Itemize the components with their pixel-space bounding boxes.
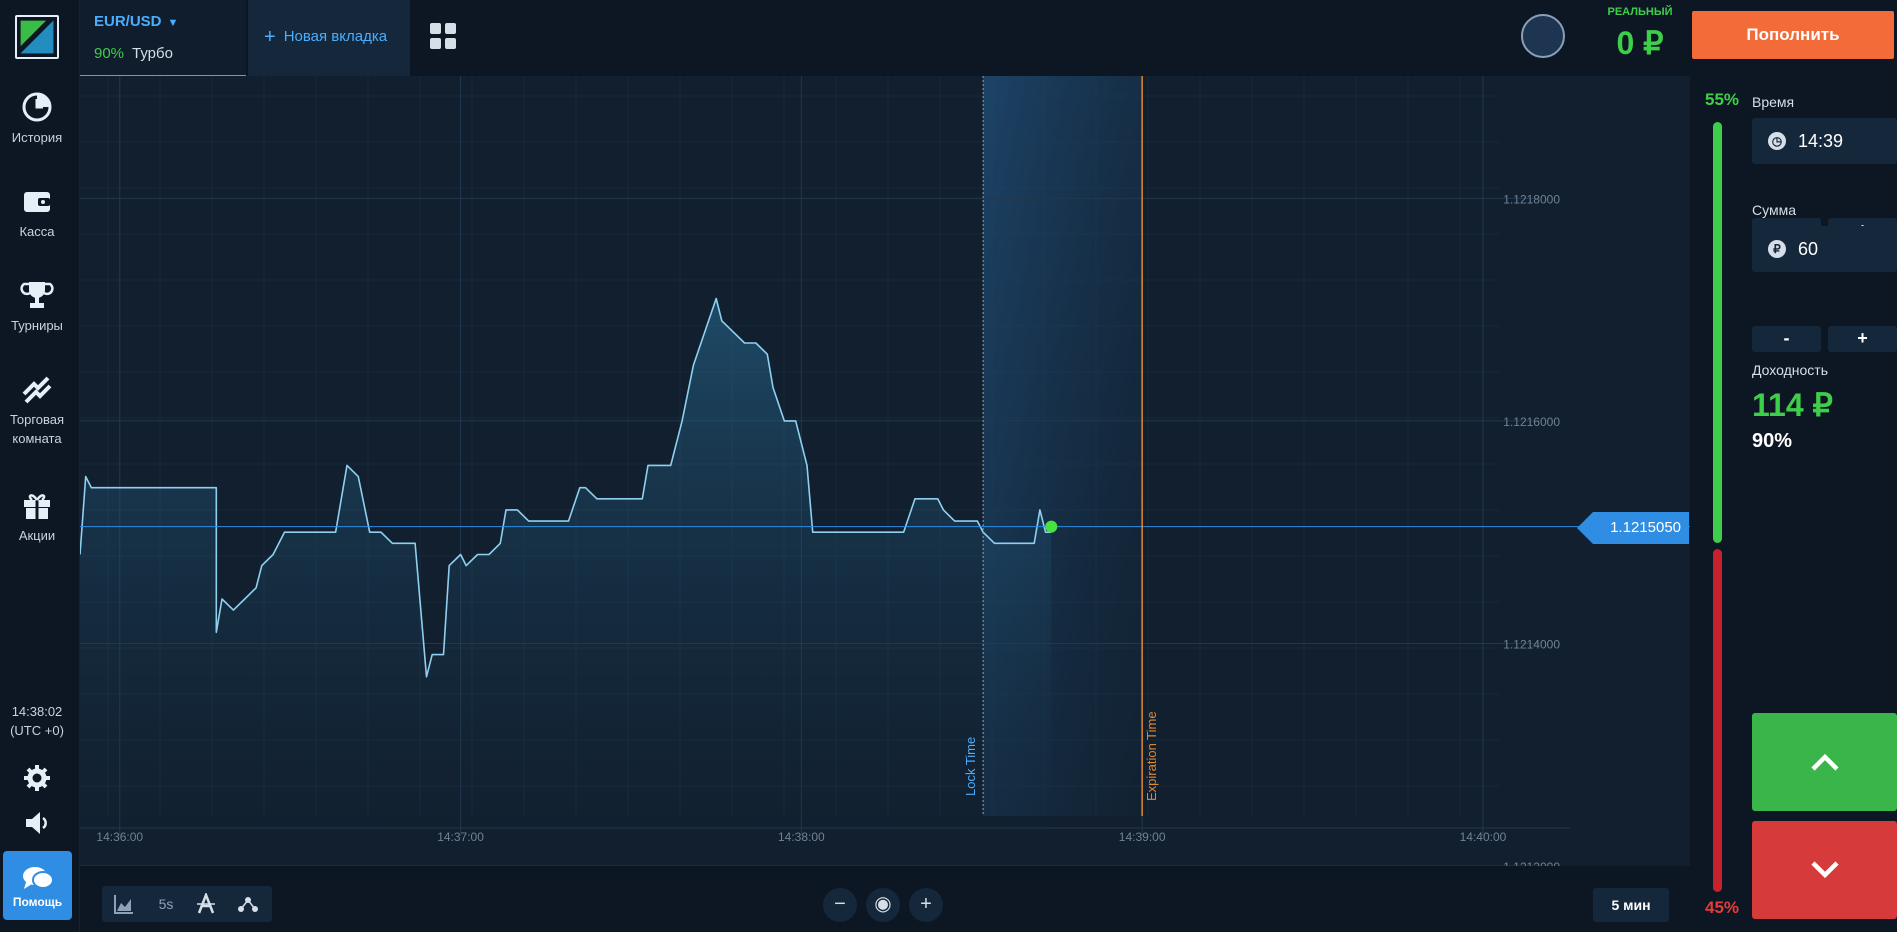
chart-tools: 5s: [102, 886, 272, 922]
chart-canvas[interactable]: 1.12180001.12160001.12140001.121200014:3…: [80, 76, 1690, 866]
x-tick-label: 14:36:00: [96, 830, 143, 844]
history-clock-icon: [20, 90, 54, 124]
plus-icon: +: [264, 26, 276, 48]
new-tab-button[interactable]: + Новая вкладка: [248, 0, 410, 78]
asset-mode: Турбо: [132, 45, 173, 62]
chevron-down-icon: [1810, 861, 1839, 879]
asset-payout: 90%: [94, 45, 125, 62]
asset-tab-eurusd[interactable]: EUR/USD ▼ 90% Турбо: [80, 0, 246, 78]
sentiment-down-pct: 45%: [1704, 898, 1740, 917]
amount-increase-button[interactable]: +: [1828, 326, 1897, 352]
profit-amount: 114 ₽: [1752, 387, 1833, 423]
time-field[interactable]: ◷ 14:39: [1752, 118, 1897, 164]
sidebar-item-trading-room[interactable]: Торговая комната: [0, 372, 74, 448]
sentiment-up-pct: 55%: [1704, 90, 1740, 109]
profit-label: Доходность: [1752, 362, 1828, 378]
logo[interactable]: [15, 15, 59, 59]
amount-value: 60: [1798, 239, 1819, 259]
interval-label: 5s: [158, 896, 174, 912]
logo-mark-icon: [20, 20, 54, 54]
minus-icon: −: [834, 893, 846, 915]
sidebar-item-tournaments[interactable]: Турниры: [0, 278, 74, 335]
top-bar: EUR/USD ▼ 90% Турбо + Новая вкладка РЕАЛЬНЫ…: [80, 0, 1897, 78]
sentiment-down-bar: [1713, 549, 1722, 892]
sound-icon[interactable]: [22, 808, 52, 838]
x-tick-label: 14:39:00: [1119, 830, 1166, 844]
x-tick-label: 14:37:00: [437, 830, 484, 844]
x-tick-label: 14:40:00: [1460, 830, 1507, 844]
avatar[interactable]: [1521, 14, 1565, 58]
gift-icon: [20, 488, 54, 522]
chat-bubble-icon: [22, 867, 54, 889]
area-chart-icon: [114, 895, 133, 914]
sentiment-up-bar: [1713, 122, 1722, 543]
sidebar-item-label: Торговая комната: [9, 412, 65, 446]
lock-time-label: Lock Time: [963, 737, 978, 796]
timeframe-button[interactable]: 5 мин: [1593, 888, 1669, 922]
amount-label: Сумма: [1752, 202, 1796, 218]
account-balance[interactable]: РЕАЛЬНЫЙ 0 ₽: [1590, 6, 1690, 62]
wallet-icon: [20, 184, 54, 218]
price-area: [80, 298, 1052, 828]
balance-value: 0 ₽: [1616, 25, 1664, 61]
grid-icon: [430, 23, 456, 49]
sidebar-item-history[interactable]: История: [0, 90, 74, 147]
put-down-button[interactable]: [1752, 821, 1897, 919]
trade-panel: Время ◷ 14:39 - + Сумма ₽ 60 - + Доходно…: [1752, 76, 1897, 932]
clock-time: 14:38:02: [11, 704, 63, 719]
y-tick-label: 1.1218000: [1503, 192, 1560, 206]
amount-field[interactable]: ₽ 60: [1752, 226, 1897, 272]
price-chart[interactable]: 1.12180001.12160001.12140001.121200014:3…: [80, 76, 1690, 866]
zoom-out-button[interactable]: −: [823, 888, 857, 922]
new-tab-label: Новая вкладка: [283, 28, 388, 45]
server-clock: 14:38:02 (UTC +0): [0, 702, 74, 740]
asset-name: EUR/USD: [94, 13, 162, 30]
sidebar-item-promotions[interactable]: Акции: [0, 488, 74, 545]
layout-grid-button[interactable]: [429, 22, 457, 50]
sidebar-item-label: Акции: [18, 528, 56, 543]
last-price-dot: [1045, 520, 1058, 533]
help-button[interactable]: Помощь: [3, 851, 72, 920]
help-label: Помощь: [12, 895, 63, 909]
indicators-icon: [197, 893, 215, 914]
chart-toolbar: 5s − ◉ + 5 мин: [80, 866, 1690, 932]
time-label: Время: [1752, 94, 1795, 110]
plus-icon: +: [920, 893, 932, 915]
clock-icon: ◷: [1768, 132, 1786, 150]
interval-button[interactable]: 5s: [148, 886, 184, 922]
y-tick-label: 1.1216000: [1503, 415, 1560, 429]
trading-app: История Касса Турниры Торговая комната А: [0, 0, 1897, 932]
chevron-up-icon: [1810, 753, 1839, 771]
caret-down-icon: ▼: [167, 17, 179, 29]
clock-zone: (UTC +0): [10, 723, 64, 738]
chart-type-button[interactable]: [106, 886, 142, 922]
sidebar-item-cashier[interactable]: Касса: [0, 184, 74, 241]
trader-sentiment: 55% 45%: [1690, 76, 1752, 932]
current-price-label: 1.1215050: [1577, 512, 1689, 544]
sidebar-item-label: История: [11, 130, 63, 145]
expiration-time-label: Expiration Time: [1144, 711, 1159, 801]
drawing-tools-icon: [238, 897, 258, 912]
target-icon: ◉: [874, 893, 892, 915]
sidebar-item-label: Касса: [19, 224, 55, 239]
drawing-tools-button[interactable]: [230, 886, 266, 922]
amount-decrease-button[interactable]: -: [1752, 326, 1821, 352]
x-tick-label: 14:38:00: [778, 830, 825, 844]
balance-label: РЕАЛЬНЫЙ: [1607, 6, 1673, 18]
indicators-button[interactable]: [188, 886, 224, 922]
sidebar: История Касса Турниры Торговая комната А: [0, 0, 80, 932]
profit-percent: 90%: [1752, 430, 1793, 452]
ruble-icon: ₽: [1768, 240, 1786, 258]
time-value: 14:39: [1798, 131, 1844, 151]
trophy-icon: [20, 278, 54, 312]
y-tick-label: 1.1214000: [1503, 637, 1560, 651]
zoom-in-button[interactable]: +: [909, 888, 943, 922]
deposit-button[interactable]: Пополнить: [1692, 11, 1894, 59]
call-up-button[interactable]: [1752, 713, 1897, 811]
zoom-reset-button[interactable]: ◉: [866, 888, 900, 922]
trading-room-icon: [20, 372, 54, 406]
settings-gear-icon[interactable]: [22, 763, 52, 793]
sidebar-item-label: Турниры: [11, 318, 63, 333]
